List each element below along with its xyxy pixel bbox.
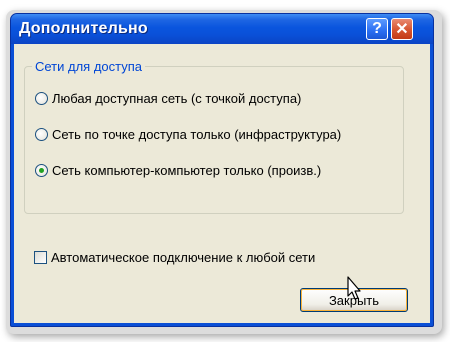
auto-connect-checkbox[interactable]	[34, 251, 47, 264]
radio-label: Сеть по точке доступа только (инфраструк…	[52, 127, 342, 142]
group-legend: Сети для доступа	[32, 59, 146, 74]
radio-infrastructure[interactable]: Сеть по точке доступа только (инфраструк…	[35, 127, 341, 142]
dialog-window: Дополнительно ? ✕ Сети для доступа Любая…	[10, 13, 434, 327]
radio-label: Любая доступная сеть (с точкой доступа)	[52, 91, 302, 106]
networks-group: Сети для доступа Любая доступная сеть (с…	[24, 59, 404, 214]
dialog-title: Дополнительно	[19, 20, 148, 37]
dialog-client-area: Сети для доступа Любая доступная сеть (с…	[14, 44, 430, 323]
auto-connect-label: Автоматическое подключение к любой сети	[51, 250, 316, 265]
title-close-button[interactable]: ✕	[391, 18, 413, 40]
mouse-cursor-icon	[347, 276, 361, 300]
radio-any-network[interactable]: Любая доступная сеть (с точкой доступа)	[35, 91, 301, 106]
radio-computer-to-computer[interactable]: Сеть компьютер-компьютер только (произв.…	[35, 163, 321, 178]
help-button[interactable]: ?	[366, 18, 388, 40]
auto-connect-checkbox-row[interactable]: Автоматическое подключение к любой сети	[34, 250, 315, 265]
help-icon: ?	[372, 20, 382, 37]
radio-button-selected[interactable]	[35, 164, 48, 177]
title-bar[interactable]: Дополнительно ? ✕	[11, 14, 433, 44]
radio-selected-dot	[39, 168, 44, 173]
radio-button[interactable]	[35, 92, 48, 105]
radio-label: Сеть компьютер-компьютер только (произв.…	[52, 163, 322, 178]
radio-button[interactable]	[35, 128, 48, 141]
close-icon: ✕	[395, 21, 409, 38]
